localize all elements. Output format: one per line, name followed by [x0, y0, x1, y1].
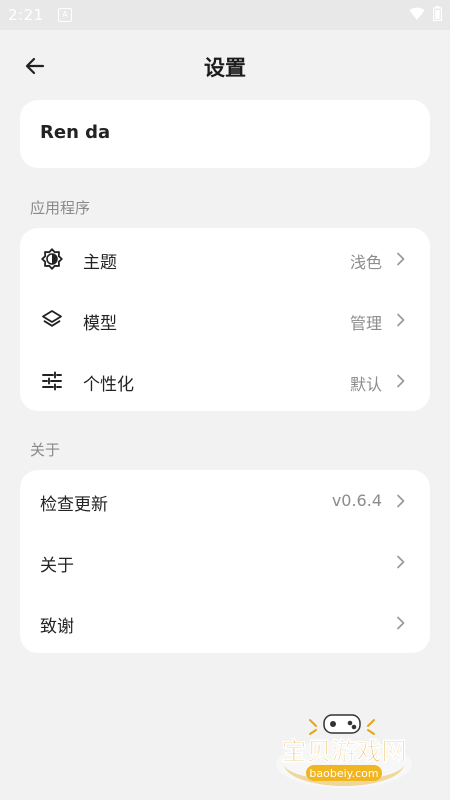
app-bar: 设置: [0, 30, 450, 102]
chevron-right-icon: [397, 616, 405, 630]
app-settings-card: 主题 浅色 模型 管理 个性化 默认: [20, 228, 430, 411]
settings-item-value: 浅色: [349, 253, 382, 272]
wifi-icon: [409, 7, 425, 20]
battery-icon: [433, 6, 442, 21]
settings-item-value: 默认: [349, 375, 382, 394]
settings-item-acknowledgements[interactable]: 致谢: [20, 592, 430, 653]
profile-name: Ren da: [40, 122, 111, 143]
chevron-right-icon: [397, 313, 405, 327]
profile-card[interactable]: Ren da: [20, 100, 430, 168]
section-label-app: 应用程序: [30, 199, 91, 217]
chevron-right-icon: [397, 252, 405, 266]
settings-item-model[interactable]: 模型 管理: [20, 289, 430, 350]
version-value: v0.6.4: [331, 491, 382, 510]
watermark-graphic: 宝贝游戏网 baobeiy.com: [276, 714, 412, 788]
settings-item-label: 模型: [83, 314, 117, 334]
notification-icon: A: [58, 8, 72, 22]
section-label-about: 关于: [30, 441, 61, 459]
chevron-right-icon: [397, 374, 405, 388]
about-card: 检查更新 v0.6.4 关于 致谢: [20, 470, 430, 653]
settings-item-theme[interactable]: 主题 浅色: [20, 228, 430, 289]
watermark-title: 宝贝游戏网: [281, 737, 406, 766]
settings-item-label: 关于: [40, 556, 74, 576]
status-time: 2:21: [8, 6, 44, 24]
system-icons: [409, 6, 442, 21]
chevron-right-icon: [397, 555, 405, 569]
settings-item-label: 个性化: [83, 375, 134, 395]
settings-item-label: 检查更新: [40, 495, 108, 515]
page-title: 设置: [204, 56, 246, 80]
chevron-right-icon: [397, 494, 405, 508]
watermark-url: baobeiy.com: [309, 767, 378, 780]
brightness-icon: [41, 248, 63, 270]
watermark-logo: 宝贝游戏网 baobeiy.com: [270, 712, 430, 792]
settings-item-label: 主题: [83, 253, 117, 273]
settings-item-about[interactable]: 关于: [20, 531, 430, 592]
settings-item-value: 管理: [349, 314, 382, 333]
settings-item-check-update[interactable]: 检查更新 v0.6.4: [20, 470, 430, 531]
layers-icon: [42, 310, 62, 327]
status-bar: 2:21 A: [0, 0, 450, 30]
settings-item-label: 致谢: [40, 617, 74, 637]
sliders-icon: [42, 371, 62, 391]
settings-item-personalization[interactable]: 个性化 默认: [20, 350, 430, 411]
